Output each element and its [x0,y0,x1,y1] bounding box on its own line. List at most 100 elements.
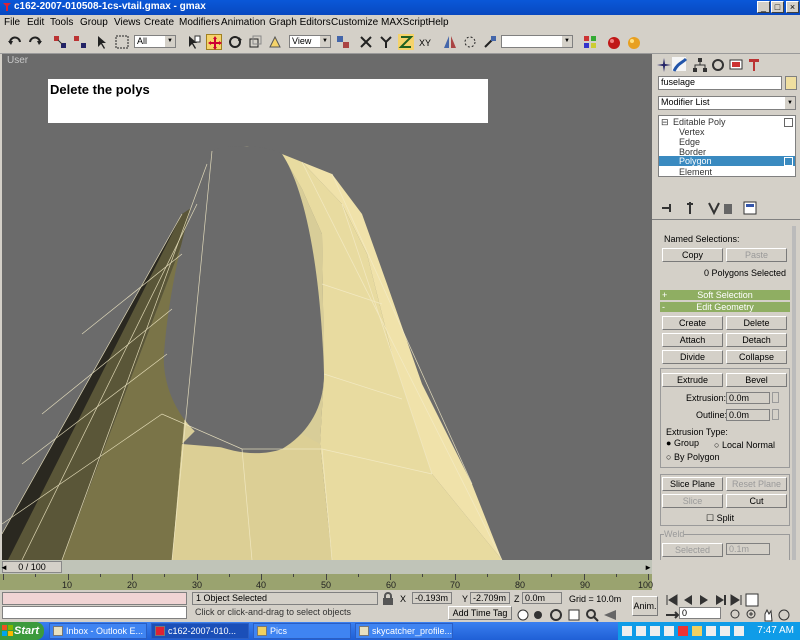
y-coordinate-field[interactable]: -2.709m [470,592,510,604]
quick-render-icon[interactable] [626,34,642,50]
taskbar-item-pics[interactable]: Pics [253,623,351,639]
modifier-list-dropdown[interactable]: Modifier List ▼ [658,96,796,110]
undo-icon[interactable] [7,34,23,50]
x-axis-icon[interactable] [358,34,374,50]
radio-by-polygon[interactable]: ○ By Polygon [666,452,719,462]
remove-modifier-icon[interactable] [720,200,732,214]
detach-button[interactable]: Detach [726,333,787,347]
array-icon[interactable] [462,34,478,50]
pan-hand-icon[interactable] [760,607,773,622]
menu-group[interactable]: Group [80,17,108,28]
utilities-tab-icon[interactable] [746,57,760,71]
slice-button[interactable]: Slice [662,494,723,508]
configure-modifier-sets-icon[interactable] [742,200,757,215]
unlink-icon[interactable] [72,34,88,50]
stack-toggle-icon[interactable] [784,118,793,127]
bevel-button[interactable]: Bevel [726,373,787,387]
time-slider[interactable]: 0 / 100 ◄ ► [0,560,652,574]
field-of-view-icon[interactable] [602,607,616,620]
edit-geometry-rollout[interactable]: - Edit Geometry [660,302,790,312]
divide-button[interactable]: Divide [662,350,723,364]
x-coordinate-field[interactable]: -0.193m [412,592,452,604]
animate-button[interactable]: Anim. [632,596,658,616]
maxscript-listener-mini[interactable] [2,592,187,605]
time-config-icon[interactable] [744,592,759,607]
use-pivot-icon[interactable] [335,34,351,50]
zoom-icon[interactable] [584,607,599,622]
slice-plane-button[interactable]: Slice Plane [662,477,723,491]
z-coordinate-field[interactable]: 0.0m [522,592,562,604]
tray-icon[interactable] [720,626,730,636]
taskbar-item-outlook[interactable]: Inbox - Outlook E... [49,623,147,639]
show-end-result-icon[interactable] [682,200,694,214]
create-button[interactable]: Create [662,316,723,330]
motion-tab-icon[interactable] [710,57,724,71]
taskbar-item-gmax[interactable]: c162-2007-010... [151,623,249,639]
object-color-swatch[interactable] [785,76,797,90]
start-button[interactable]: Start [0,622,44,640]
tray-icon[interactable] [678,626,688,636]
tray-icon[interactable] [706,626,716,636]
menu-animation[interactable]: Animation [221,17,265,28]
tray-icon[interactable] [664,626,674,636]
extrusion-spinner[interactable]: 0.0m [726,392,770,404]
stack-toggle-icon[interactable] [784,157,793,166]
menu-file[interactable]: File [4,17,20,28]
play-icon[interactable] [696,592,708,605]
slider-right-arrow-icon[interactable]: ► [644,563,652,572]
outline-spinner[interactable]: 0.0m [726,409,770,421]
close-button[interactable]: × [786,1,799,13]
render-scene-icon[interactable] [606,34,622,50]
material-editor-icon[interactable] [582,34,598,50]
make-unique-icon[interactable] [706,200,720,216]
arc-rotate-icon[interactable] [776,607,790,621]
radio-local-normal[interactable]: ○ Local Normal [714,440,775,450]
tray-icon[interactable] [622,626,632,636]
modify-tab-icon[interactable] [672,57,688,72]
soft-selection-rollout[interactable]: + Soft Selection [660,290,790,300]
tray-icon[interactable] [636,626,646,636]
stack-item-edge[interactable]: Edge [679,137,700,147]
select-and-link-icon[interactable] [52,34,68,50]
minimize-button[interactable]: _ [757,1,770,13]
menu-views[interactable]: Views [114,17,141,28]
panel-scrollbar[interactable] [792,226,796,560]
zoom-region-icon[interactable] [728,607,740,619]
delete-button[interactable]: Delete [726,316,787,330]
menu-tools[interactable]: Tools [50,17,73,28]
z-axis-icon[interactable] [398,34,414,50]
selection-filter-dropdown[interactable]: All ▼ [134,35,176,48]
go-to-start-icon[interactable] [664,592,678,606]
align-icon[interactable] [482,34,498,50]
radio-group[interactable]: ● Group [666,438,699,448]
paste-button[interactable]: Paste [726,248,787,262]
maxscript-input-mini[interactable] [2,606,187,619]
menu-help[interactable]: Help [428,17,449,28]
next-frame-icon[interactable] [712,592,726,605]
select-by-name-icon[interactable] [185,34,201,50]
create-tab-icon[interactable] [656,57,671,72]
select-and-scale-icon[interactable] [247,34,263,50]
select-object-icon[interactable] [94,34,110,50]
menu-customize[interactable]: Customize [331,17,378,28]
tray-icon[interactable] [692,626,702,636]
pivot-center-icon[interactable] [267,34,283,50]
display-tab-icon[interactable] [728,57,743,71]
lock-icon[interactable] [380,591,394,605]
menu-maxscript[interactable]: MAXScript [381,17,428,28]
degradation-override-icon[interactable] [566,607,580,621]
go-to-end-icon[interactable] [728,592,742,606]
current-frame-field[interactable]: 0 [679,607,721,619]
cut-button[interactable]: Cut [726,494,787,508]
redo-icon[interactable] [27,34,43,50]
extrusion-spinner-arrows[interactable] [772,392,779,403]
xy-plane-icon[interactable]: XY [418,34,434,50]
weld-selected-button[interactable]: Selected [662,543,723,557]
zoom-all-icon[interactable] [744,607,756,619]
copy-button[interactable]: Copy [662,248,723,262]
reset-plane-button[interactable]: Reset Plane [726,477,787,491]
orbit-icon[interactable] [548,607,562,621]
menu-graph-editors[interactable]: Graph Editors [269,17,331,28]
menu-create[interactable]: Create [144,17,174,28]
menu-edit[interactable]: Edit [27,17,44,28]
